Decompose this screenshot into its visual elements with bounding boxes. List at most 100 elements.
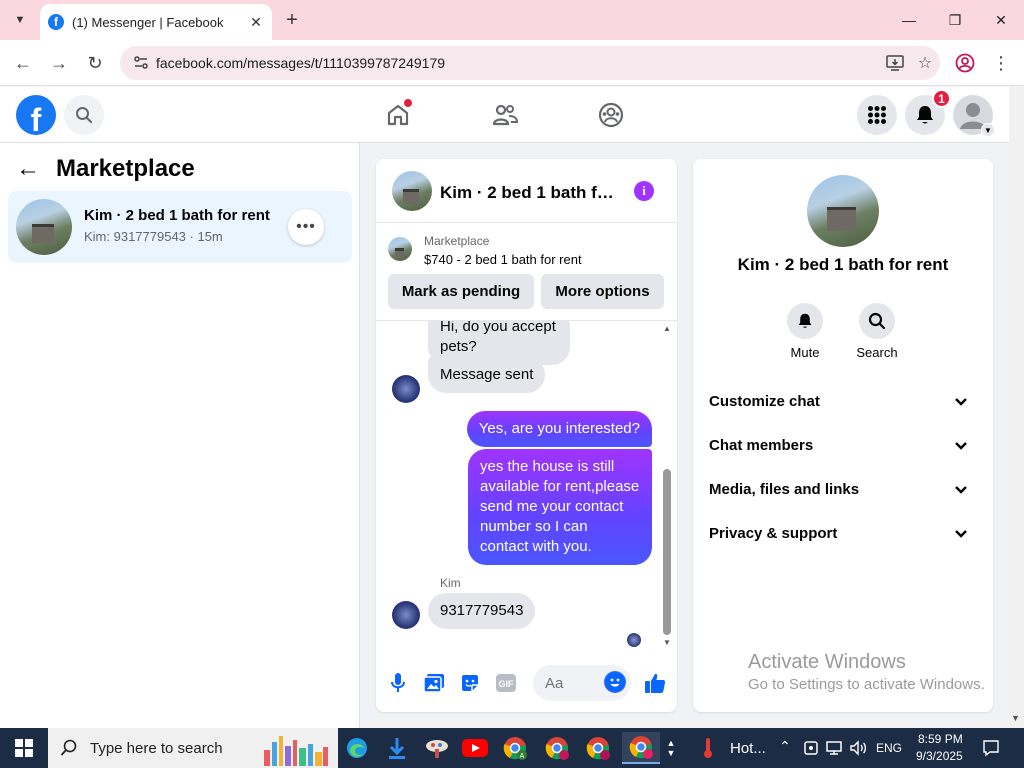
marketplace-title: Marketplace (56, 155, 195, 182)
chrome-profile-a-taskbar-icon[interactable]: A (499, 732, 531, 764)
edge-taskbar-icon[interactable] (341, 732, 373, 764)
emoji-icon[interactable] (604, 671, 626, 693)
bookmark-star-icon[interactable]: ☆ (910, 53, 940, 73)
mark-as-pending-button[interactable]: Mark as pending (388, 274, 534, 309)
chevron-down-icon (955, 530, 967, 538)
minimize-button[interactable]: — (886, 0, 932, 40)
network-icon[interactable] (823, 732, 845, 764)
facebook-header: f 1 ▼ (0, 87, 1009, 143)
browser-menu-icon[interactable]: ⋮ (986, 48, 1016, 78)
chat-title[interactable]: Kim · 2 bed 1 bath fo... (440, 183, 620, 203)
message-bubble-outgoing: Yes, are you interested? (466, 411, 652, 447)
message-composer: GIF (376, 659, 677, 707)
home-nav-button[interactable] (382, 99, 414, 131)
windows-taskbar: Type here to search A ▲ ▼ Hot... ⌃ ENG 8… (0, 728, 1024, 768)
chat-scrollbar[interactable]: ▲ ▼ (662, 321, 672, 651)
profile-icon[interactable] (950, 48, 980, 78)
conversation-item-kim[interactable]: Kim · 2 bed 1 bath for rent Kim: 9317779… (8, 191, 352, 263)
section-customize-chat[interactable]: Customize chat (701, 381, 985, 421)
browser-tab-bar: ▼ f (1) Messenger | Facebook ✕ + — ❐ ✕ (0, 0, 1024, 40)
microphone-icon[interactable] (386, 671, 410, 695)
maximize-button[interactable]: ❐ (932, 0, 978, 40)
groups-nav-button[interactable] (595, 99, 627, 131)
more-options-button[interactable]: More options (541, 274, 664, 309)
sender-avatar[interactable] (392, 601, 420, 629)
section-privacy-support[interactable]: Privacy & support (701, 513, 985, 553)
mute-bell-icon[interactable] (787, 303, 823, 339)
mute-action[interactable]: Mute (775, 303, 835, 360)
site-info-icon[interactable] (126, 55, 156, 71)
activate-windows-watermark: Activate Windows Go to Settings to activ… (748, 651, 985, 693)
menu-grid-icon (868, 106, 886, 124)
reload-button[interactable]: ↻ (80, 48, 110, 78)
notifications-button[interactable]: 1 (905, 89, 951, 135)
facebook-logo-icon[interactable]: f (16, 95, 56, 135)
meet-now-icon[interactable] (801, 732, 821, 764)
app-taskbar-icon[interactable] (421, 732, 453, 764)
info-icon[interactable]: i (634, 181, 654, 201)
svg-text:A: A (520, 753, 525, 760)
bell-icon (917, 106, 933, 124)
volume-icon[interactable] (847, 732, 869, 764)
page-scroll-down-icon[interactable]: ▼ (1011, 713, 1020, 723)
taskbar-search-box[interactable]: Type here to search (48, 728, 338, 768)
conversation-list-panel: ← Marketplace Kim · 2 bed 1 bath for ren… (0, 143, 360, 728)
tray-chevron-up-icon[interactable]: ⌃ (779, 738, 791, 755)
address-bar[interactable]: facebook.com/messages/t/1110399787249179… (120, 46, 940, 80)
weather-label[interactable]: Hot... (730, 740, 766, 757)
clock-time[interactable]: 8:59 PM (918, 732, 963, 746)
back-button[interactable]: ← (8, 48, 38, 78)
url-text: facebook.com/messages/t/1110399787249179 (156, 55, 446, 71)
forward-button[interactable]: → (44, 48, 74, 78)
search-label: Search (856, 345, 898, 360)
chevron-down-icon (955, 486, 967, 494)
friends-nav-button[interactable] (489, 99, 521, 131)
browser-tab-messenger[interactable]: f (1) Messenger | Facebook ✕ (40, 4, 272, 40)
listing-price-title[interactable]: $740 - 2 bed 1 bath for rent (424, 252, 582, 267)
gif-icon[interactable]: GIF (494, 671, 518, 695)
scroll-up-icon[interactable]: ▲ (662, 323, 672, 333)
listing-large-thumbnail[interactable] (807, 175, 879, 247)
marketplace-label: Marketplace (424, 234, 490, 248)
chrome-profile-2-taskbar-icon[interactable] (541, 732, 573, 764)
page-scrollbar[interactable] (1009, 87, 1024, 728)
chat-header: Kim · 2 bed 1 bath fo... i (376, 159, 677, 223)
sender-name: Kim (440, 576, 461, 590)
message-bubble-outgoing: yes the house is still available for ren… (468, 449, 652, 565)
photo-icon[interactable] (422, 671, 446, 695)
install-app-icon[interactable] (880, 55, 910, 71)
browser-toolbar: ← → ↻ facebook.com/messages/t/1110399787… (0, 40, 1024, 86)
taskbar-overflow-arrows[interactable]: ▲ ▼ (664, 732, 678, 764)
tab-search-dropdown-icon[interactable]: ▼ (6, 6, 34, 34)
thumbs-up-icon[interactable] (643, 671, 667, 695)
sender-avatar[interactable] (392, 375, 420, 403)
scroll-down-icon[interactable]: ▼ (662, 637, 672, 647)
close-window-button[interactable]: ✕ (978, 0, 1024, 40)
listing-mini-thumbnail[interactable] (388, 237, 412, 261)
language-indicator[interactable]: ENG (876, 741, 902, 755)
close-tab-icon[interactable]: ✕ (246, 12, 266, 32)
weather-thermometer-icon[interactable] (698, 732, 718, 764)
back-arrow-icon[interactable]: ← (16, 155, 48, 183)
facebook-search-button[interactable] (64, 95, 104, 135)
more-options-icon[interactable]: ••• (288, 209, 324, 245)
youtube-taskbar-icon[interactable] (459, 732, 491, 764)
chrome-active-taskbar-icon[interactable] (622, 732, 660, 764)
account-avatar[interactable]: ▼ (953, 95, 995, 137)
clock-date[interactable]: 9/3/2025 (916, 749, 963, 763)
chat-listing-thumbnail[interactable] (392, 171, 432, 211)
section-media-files-links[interactable]: Media, files and links (701, 469, 985, 509)
new-tab-button[interactable]: + (280, 8, 304, 32)
scrollbar-thumb[interactable] (663, 469, 671, 635)
downloads-taskbar-icon[interactable] (381, 732, 413, 764)
section-chat-members[interactable]: Chat members (701, 425, 985, 465)
search-action[interactable]: Search (847, 303, 907, 360)
home-notification-dot (404, 99, 412, 107)
section-label: Customize chat (709, 392, 820, 410)
start-button[interactable] (0, 728, 48, 768)
chrome-profile-3-taskbar-icon[interactable] (582, 732, 614, 764)
notification-center-icon[interactable] (980, 732, 1002, 764)
menu-button[interactable] (857, 95, 897, 135)
sticker-icon[interactable] (458, 671, 482, 695)
search-in-chat-icon[interactable] (859, 303, 895, 339)
